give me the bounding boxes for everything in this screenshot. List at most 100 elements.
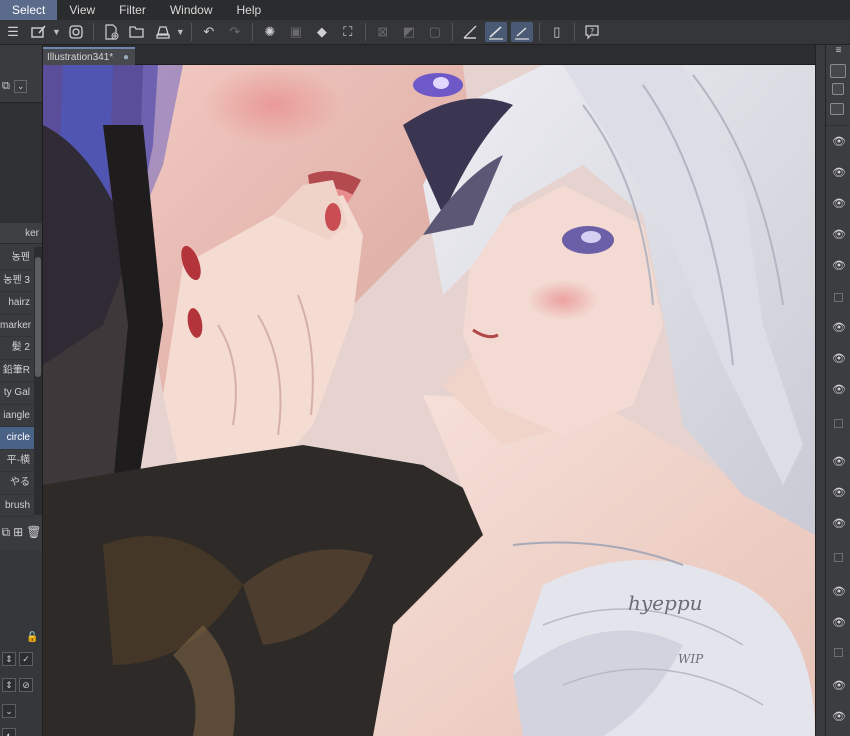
brush-item[interactable]: marker [0,315,34,337]
eye-icon[interactable]: 👁 [830,486,848,500]
brush-item[interactable]: 농펜 3 [0,270,34,292]
crop-icon[interactable]: ⛶ [337,22,359,42]
chevron-down-icon[interactable]: ⌄ [2,704,16,718]
visibility-checkbox[interactable] [834,553,843,562]
lasso-icon[interactable] [65,22,87,42]
brush-item[interactable]: 농펜 [0,247,34,270]
selection-edit-icon[interactable] [28,22,50,42]
eye-icon[interactable]: 👁 [830,585,848,599]
menu-filter[interactable]: Filter [107,0,158,20]
layer-option-icon[interactable] [830,103,844,115]
checkmark-icon[interactable]: ✓ [19,652,33,666]
brush-item[interactable]: 髪 2 [0,337,34,360]
clip-studio-window: Select View Filter Window Help ☰ ▼ ▼ ↶ ↷… [0,0,850,736]
toolbar-divider [451,23,453,41]
sub-tool-preview [0,102,42,242]
document-title: Illustration341* [47,52,114,63]
property-row: 🔓 [2,628,40,646]
brush-item[interactable]: やる [0,472,34,495]
drawing-canvas[interactable]: hyeppu WIP [43,65,815,736]
eye-icon[interactable]: 👁 [830,679,848,693]
brush-item[interactable]: 鉛筆R [0,360,34,382]
menu-view[interactable]: View [57,0,107,20]
ruler-icon[interactable] [459,22,481,42]
layer-option-icon[interactable] [832,83,844,95]
eye-icon[interactable]: 👁 [830,616,848,630]
brush-list: 농펜 농펜 3 hairz marker 髪 2 鉛筆R ty Gal iang… [0,247,34,517]
eye-icon[interactable]: 👁 [830,383,848,397]
fill-icon[interactable]: ◆ [311,22,333,42]
chevron-down-icon[interactable]: ▼ [52,27,61,37]
visibility-checkbox[interactable] [834,419,843,428]
tablet-icon[interactable]: ▯ [546,22,568,42]
lock-icon[interactable]: 🔓 [26,632,38,643]
property-row: ⌄ [2,702,40,720]
brush-item[interactable]: ty Gal [0,382,34,405]
eye-icon[interactable]: 👁 [830,517,848,531]
chevron-down-icon[interactable]: ▼ [176,27,185,37]
menu-select[interactable]: Select [0,0,58,20]
document-tab[interactable]: Illustration341* ● [43,47,135,65]
brush-item[interactable]: hairz [0,292,34,315]
menu-help[interactable]: Help [225,0,274,20]
stepper-icon[interactable]: ⇕ [2,652,16,666]
eye-icon[interactable]: 👁 [830,710,848,724]
panel-menu-icon[interactable]: ≡ [826,45,850,61]
transform-icon[interactable]: ▣ [285,22,307,42]
brush-list-scrollbar[interactable] [34,247,42,515]
add-icon[interactable]: ⊞ [13,525,23,539]
redo-icon[interactable]: ↷ [224,22,246,42]
scrollbar-thumb[interactable] [35,257,41,377]
stepper-icon[interactable]: ⇕ [2,678,16,692]
visibility-checkbox[interactable] [834,648,843,657]
brush-item[interactable]: 平-横 [0,450,34,472]
duplicate-icon[interactable]: ⧉ [2,525,11,540]
new-canvas-icon[interactable] [100,22,122,42]
property-row: ⇕ ✓ [2,650,40,668]
save-icon[interactable] [152,22,174,42]
menu-window[interactable]: Window [158,0,225,20]
layer-property-row: ⧉ ⌄ [0,75,42,97]
wip-mark: WIP [678,652,704,666]
canvas-vertical-scrollbar[interactable] [815,45,825,736]
toolbar-divider [190,23,192,41]
property-row: ⇕ ⊘ [2,676,40,694]
layer-filter-button[interactable] [830,64,846,78]
toolbar-divider [251,23,253,41]
clear-selection-icon[interactable]: ⊠ [372,22,394,42]
stop-icon[interactable]: ▢ [424,22,446,42]
brush-item[interactable]: iangle [0,405,34,427]
eye-icon[interactable]: 👁 [830,166,848,180]
divider [826,125,850,126]
eye-icon[interactable]: 👁 [830,228,848,242]
trash-icon[interactable]: 🗑 [26,525,41,539]
eye-icon[interactable]: 👁 [830,197,848,211]
undo-icon[interactable]: ↶ [198,22,220,42]
brush-item-selected[interactable]: circle [0,427,34,450]
open-folder-icon[interactable] [126,22,148,42]
hamburger-icon[interactable]: ☰ [2,22,24,42]
invert-selection-icon[interactable]: ◩ [398,22,420,42]
brush-item[interactable]: brush [0,495,34,517]
tool-property-panel: 🔓 ⇕ ✓ ⇕ ⊘ ⌄ ◐ [0,550,42,736]
artist-signature: hyeppu [628,591,703,615]
eye-icon[interactable]: 👁 [830,135,848,149]
pen-stroke-icon[interactable] [484,22,507,42]
eye-icon[interactable]: 👁 [830,352,848,366]
eye-icon[interactable]: 👁 [830,321,848,335]
toolbar-divider [573,23,575,41]
visibility-checkbox[interactable] [834,293,843,302]
chevron-down-icon[interactable]: ⌄ [13,79,28,93]
help-icon[interactable]: ? [581,22,603,42]
loading-icon[interactable]: ✺ [259,22,281,42]
eye-icon[interactable]: 👁 [830,455,848,469]
sub-tool-group-label[interactable]: ker [0,223,42,244]
layer-panel: ≡ 👁 👁 👁 👁 👁 👁 👁 👁 👁 👁 👁 👁 👁 👁 👁 [825,45,850,736]
disabled-icon[interactable]: ⊘ [19,678,33,692]
artwork: hyeppu WIP [43,65,815,736]
brush-tip-icon[interactable]: ◐ [2,728,16,736]
brush-list-actions: ⧉ ⊞ 🗑 [0,521,42,543]
eye-icon[interactable]: 👁 [830,259,848,273]
pen-stroke-alt-icon[interactable] [510,22,533,42]
copy-icon[interactable]: ⧉ [2,80,10,93]
